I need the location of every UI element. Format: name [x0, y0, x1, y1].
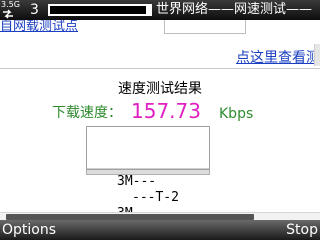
diagram-line: ---T-2	[132, 190, 179, 205]
divider	[0, 68, 320, 69]
page-title: 世界网络——网速测试——	[156, 2, 313, 17]
stop-softkey[interactable]: Stop	[286, 220, 318, 240]
result-image-box	[86, 126, 210, 170]
diagram-line: 3M---	[117, 174, 157, 189]
vertical-scrollbar[interactable]	[314, 44, 320, 66]
browser-content[interactable]: 自网载测试点 点这里查看测 速度测试结果 下载速度： 157.73 Kbps 3…	[0, 20, 320, 220]
softkey-bar: Options Stop	[0, 220, 320, 240]
loading-progress-fill	[50, 6, 146, 14]
status-bar: 3.5G 3 世界网络——网速测试——	[0, 0, 320, 20]
view-results-link[interactable]: 点这里查看测	[236, 49, 320, 67]
result-title: 速度测试结果	[118, 81, 202, 97]
top-frame-box	[164, 20, 246, 34]
status-left: 3.5G 3	[0, 0, 54, 20]
download-speed-value: 157.73	[131, 99, 201, 123]
transfer-arrows-icon	[3, 9, 13, 19]
download-speed-unit: Kbps	[219, 106, 254, 122]
tab-count: 3	[30, 2, 39, 18]
horizontal-scrollbar[interactable]	[0, 212, 320, 220]
top-link[interactable]: 自网载测试点	[0, 20, 78, 34]
options-softkey[interactable]: Options	[2, 220, 56, 240]
download-speed-label: 下载速度：	[52, 105, 122, 121]
loading-progress-bar	[48, 4, 152, 16]
